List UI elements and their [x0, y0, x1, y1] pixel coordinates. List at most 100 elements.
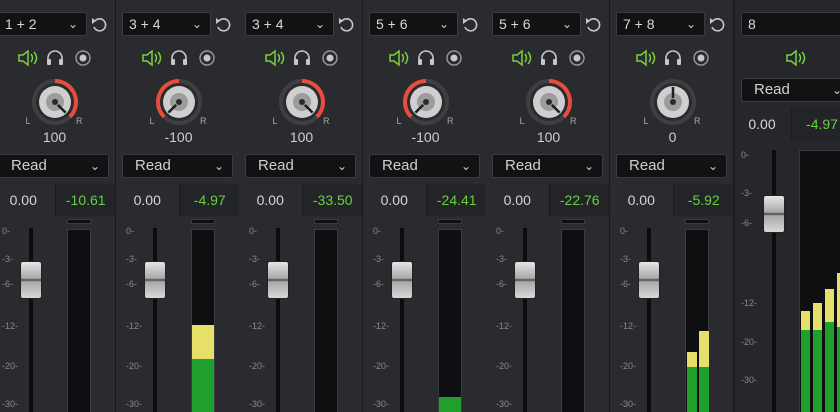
headphones-icon[interactable]	[539, 48, 559, 73]
record-icon[interactable]	[73, 48, 93, 73]
meter-yellow	[825, 289, 834, 322]
reset-icon[interactable]	[89, 12, 111, 36]
pan-value: 100	[289, 129, 314, 145]
level-meter	[799, 150, 840, 412]
channel-strip-master: 8 Read ⌄ 0.00 -4.97 0- -3- -6- -12- -20- -30-	[735, 0, 840, 412]
pan-left-label: L	[643, 116, 649, 126]
meter-yellow	[801, 311, 810, 330]
peak-level: -33.50	[301, 184, 362, 216]
level-meter	[314, 229, 338, 412]
fader-handle[interactable]	[764, 196, 784, 232]
channel-controls	[635, 48, 711, 68]
pan-right-label: R	[570, 116, 577, 126]
headphones-icon[interactable]	[45, 48, 65, 73]
chevron-down-icon: ⌄	[314, 17, 325, 31]
pan-left-label: L	[396, 116, 402, 126]
db-tick: -3-	[620, 254, 631, 264]
fader-handle[interactable]	[21, 262, 41, 298]
channel-strip: 1 + 2 ⌄ L R 100 Read ⌄ 0.00 -10.61 0- -3- -6- -12- -2…	[0, 0, 117, 412]
pan-value: 0	[668, 129, 677, 145]
headphones-icon[interactable]	[169, 48, 189, 73]
db-tick: -12-	[741, 298, 758, 308]
db-tick: -3-	[249, 254, 260, 264]
db-tick: 0-	[2, 226, 11, 236]
chevron-down-icon: ⌄	[561, 17, 572, 31]
db-tick: -12-	[126, 321, 143, 331]
channel-controls	[141, 48, 217, 68]
pan-value: -100	[411, 129, 440, 145]
record-icon[interactable]	[444, 48, 464, 73]
fader-track	[772, 150, 776, 412]
record-icon[interactable]	[320, 48, 340, 73]
channel-strip: 3 + 4 ⌄ L R -100 Read ⌄ 0.00 -4.97 0- -3- -6- -12- -2…	[116, 0, 241, 412]
channel-strip: 5 + 6 ⌄ L R -100 Read ⌄ 0.00 -24.41 0- -3- -6- -12- -…	[363, 0, 488, 412]
db-tick: -30-	[496, 399, 513, 409]
reset-icon[interactable]	[336, 12, 358, 36]
pan-knob[interactable]: LR	[643, 78, 703, 128]
reset-icon[interactable]	[707, 12, 729, 36]
meter-green	[687, 366, 697, 412]
record-icon[interactable]	[197, 48, 217, 73]
record-icon[interactable]	[567, 48, 587, 73]
db-tick: -6-	[496, 279, 507, 289]
meter-green	[439, 397, 461, 412]
pan-knob[interactable]: LR	[149, 78, 209, 128]
fader-handle[interactable]	[515, 262, 535, 298]
meter-green	[825, 321, 834, 412]
chevron-down-icon: ⌄	[89, 159, 100, 173]
level-meter	[561, 229, 585, 412]
record-icon[interactable]	[691, 48, 711, 73]
db-tick: 0-	[496, 226, 505, 236]
pan-knob[interactable]: LR	[272, 78, 332, 128]
chevron-down-icon: ⌄	[831, 83, 840, 97]
pan-right-label: R	[447, 116, 454, 126]
meter-yellow	[813, 302, 822, 330]
level-meter	[438, 229, 462, 412]
chevron-down-icon: ⌄	[438, 17, 449, 31]
db-tick: -12-	[2, 321, 19, 331]
pan-value: 100	[536, 129, 561, 145]
fader-handle[interactable]	[392, 262, 412, 298]
peak-level: -10.61	[54, 184, 115, 216]
fader-track	[523, 228, 527, 412]
pan-left-label: L	[272, 116, 278, 126]
pan-knob[interactable]: LR	[396, 78, 456, 128]
pan-knob[interactable]: LR	[519, 78, 579, 128]
chevron-down-icon: ⌄	[213, 159, 224, 173]
meter-green	[813, 329, 822, 412]
db-tick: -30-	[126, 399, 143, 409]
fader-handle[interactable]	[639, 262, 659, 298]
db-tick: -20-	[620, 361, 637, 371]
headphones-icon[interactable]	[416, 48, 436, 73]
db-scale: 0- -3- -6- -12- -20- -30-	[373, 0, 397, 412]
fader-handle[interactable]	[145, 262, 165, 298]
db-tick: -3-	[2, 254, 13, 264]
chevron-down-icon: ⌄	[707, 159, 718, 173]
chevron-down-icon: ⌄	[460, 159, 471, 173]
fader-track	[153, 228, 157, 412]
db-scale: 0- -3- -6- -12- -20- -30-	[249, 0, 273, 412]
db-tick: 0-	[373, 226, 382, 236]
headphones-icon[interactable]	[292, 48, 312, 73]
meter-green	[801, 329, 810, 412]
headphones-icon[interactable]	[663, 48, 683, 73]
channel-controls	[17, 48, 93, 68]
reset-icon[interactable]	[583, 12, 605, 36]
meter-yellow	[699, 330, 709, 367]
reset-icon[interactable]	[213, 12, 235, 36]
db-tick: -30-	[620, 399, 637, 409]
fader-handle[interactable]	[268, 262, 288, 298]
pan-knob[interactable]: LR	[25, 78, 85, 128]
meter-clip-indicator	[191, 219, 215, 224]
speaker-icon[interactable]	[785, 48, 807, 73]
reset-icon[interactable]	[460, 12, 482, 36]
chevron-down-icon: ⌄	[191, 17, 202, 31]
peak-level: -4.97	[791, 108, 840, 140]
db-tick: -12-	[496, 321, 513, 331]
chevron-down-icon: ⌄	[583, 159, 594, 173]
db-tick: -6-	[373, 279, 384, 289]
db-scale: 0- -3- -6- -12- -20- -30-	[620, 0, 644, 412]
meter-yellow	[687, 351, 697, 367]
db-tick: -30-	[373, 399, 390, 409]
channel-strip: 7 + 8 ⌄ L R 0 Read ⌄ 0.00 -5.92 0- -3- -6- -12- -20- -…	[610, 0, 735, 412]
